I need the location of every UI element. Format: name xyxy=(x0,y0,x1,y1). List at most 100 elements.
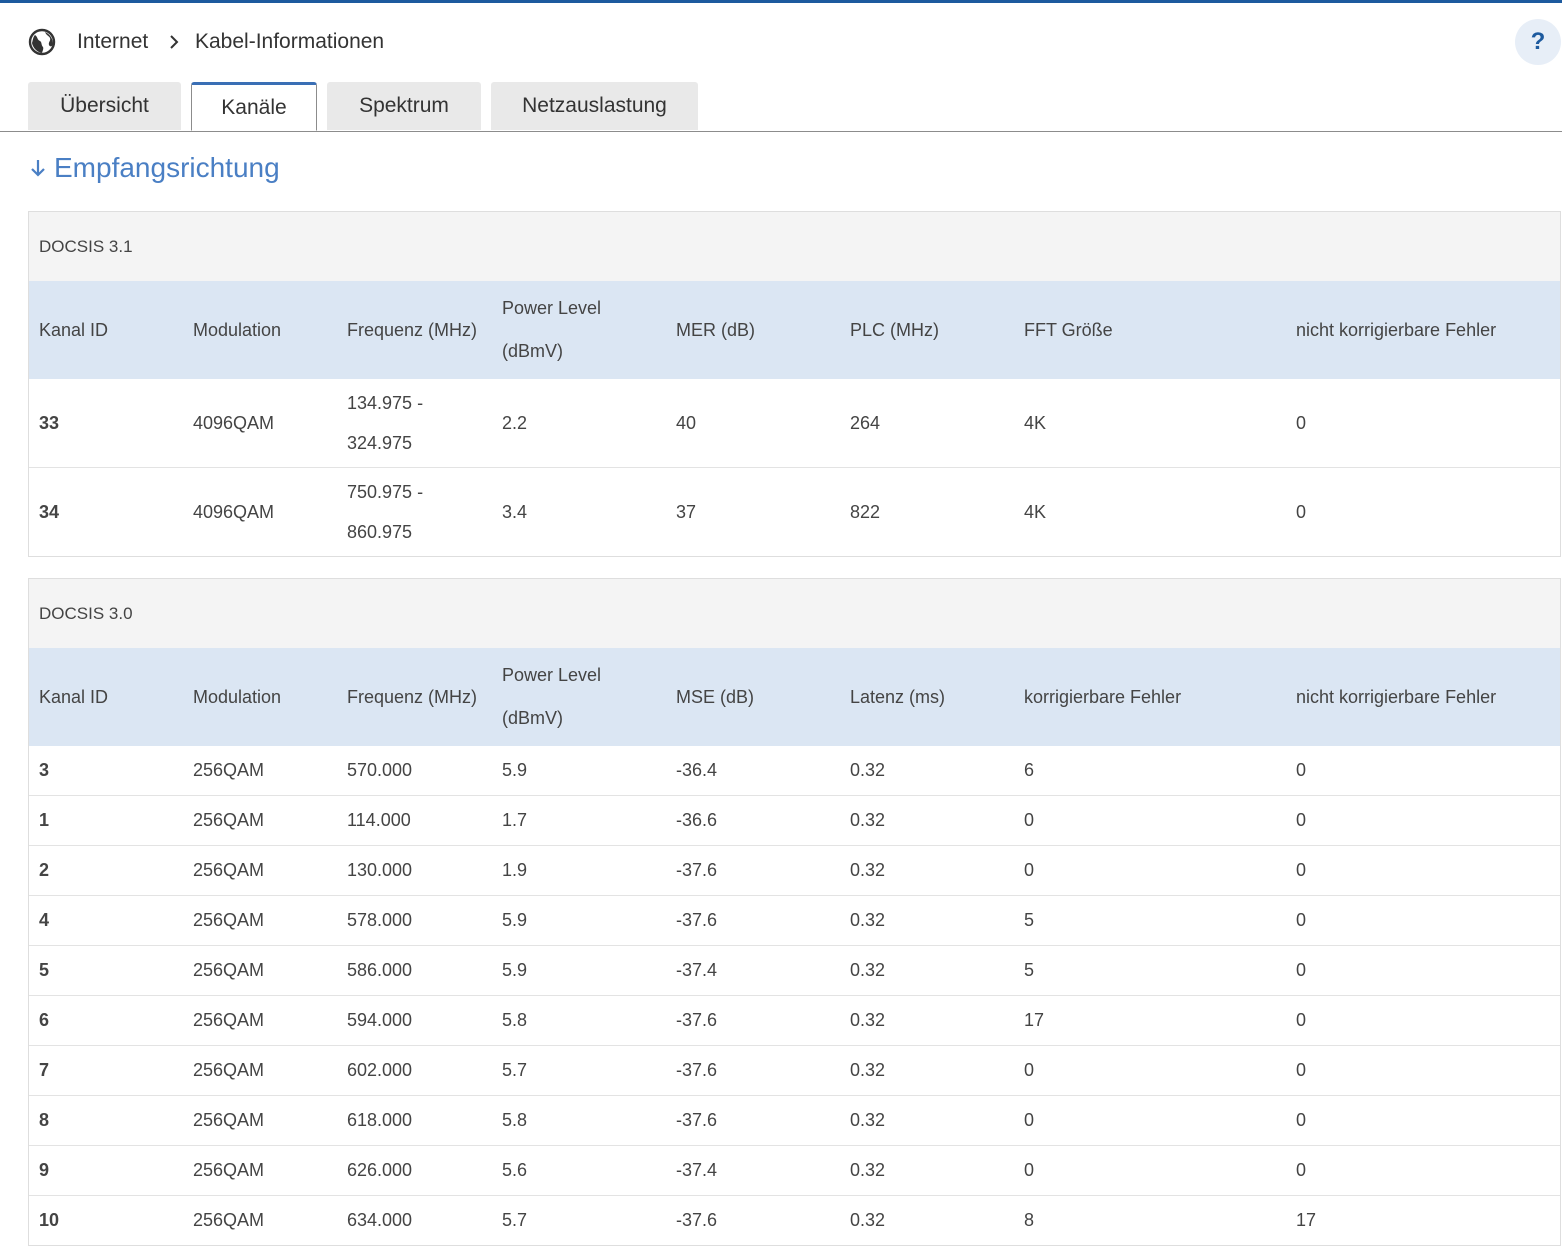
cell: 5 xyxy=(1014,895,1286,946)
cell: 264 xyxy=(850,413,881,433)
table-row: 4 256QAM 578.000 5.9 -37.6 0.32 5 0 xyxy=(29,895,1560,946)
cell: 37 xyxy=(666,467,840,556)
cell: 570.000 xyxy=(347,760,413,780)
breadcrumb-kabel-informationen: Kabel-Informationen xyxy=(195,30,385,53)
cell: 0 xyxy=(1286,795,1560,846)
cell: 0.32 xyxy=(840,795,1014,846)
tab-netzauslastung[interactable]: Netzauslastung xyxy=(491,82,698,130)
col-header: PLC (MHz) xyxy=(840,281,1014,379)
cell: 4096QAM xyxy=(193,413,275,433)
cell: 0 xyxy=(1286,895,1560,946)
cell: 256QAM xyxy=(183,995,337,1046)
cell: 634.000 xyxy=(337,1195,492,1245)
cell: 626.000 xyxy=(337,1145,492,1196)
table-row: 6 256QAM 594.000 5.8 -37.6 0.32 17 0 xyxy=(29,995,1560,1046)
tab-spektrum[interactable]: Spektrum xyxy=(327,82,481,130)
cell: 3 xyxy=(39,760,50,780)
cell: 4K xyxy=(1014,467,1286,556)
header: Internet Kabel-Informationen ? xyxy=(0,3,1562,81)
cell: 1.7 xyxy=(492,795,666,846)
cell: 40 xyxy=(676,413,697,433)
table-row: 8 256QAM 618.000 5.8 -37.6 0.32 0 0 xyxy=(29,1095,1560,1146)
tab-kanaele[interactable]: Kanäle xyxy=(191,82,317,131)
cell: 5.7 xyxy=(492,1045,666,1096)
table-header-row: Kanal ID Modulation Frequenz (MHz) Power… xyxy=(29,281,1560,379)
cell: -37.6 xyxy=(666,1095,840,1146)
col-header: Frequenz (MHz) xyxy=(337,281,492,379)
cell: 602.000 xyxy=(337,1045,492,1096)
col-header: MER (dB) xyxy=(666,281,840,379)
col-header: Latenz (ms) xyxy=(840,648,1014,746)
chevron-right-icon xyxy=(170,35,179,49)
cell: 0.32 xyxy=(840,845,1014,896)
table-row: 34 4096QAM 750.975 - 860.975 3.4 37 822 … xyxy=(29,467,1560,556)
cell: 0 xyxy=(1014,1095,1286,1146)
cell: 5.8 xyxy=(492,1095,666,1146)
table-row: 5 256QAM 586.000 5.9 -37.4 0.32 5 0 xyxy=(29,945,1560,996)
cell: 594.000 xyxy=(337,995,492,1046)
cell: 822 xyxy=(840,467,1014,556)
cell: 256QAM xyxy=(183,945,337,996)
cell: -37.6 xyxy=(666,845,840,896)
table-row: 9 256QAM 626.000 5.6 -37.4 0.32 0 0 xyxy=(29,1145,1560,1196)
help-icon: ? xyxy=(1530,28,1546,55)
cell: 0 xyxy=(1014,1145,1286,1196)
cell: 4096QAM xyxy=(183,467,337,556)
cell: 114.000 xyxy=(337,795,492,846)
col-header: Kanal ID xyxy=(29,281,183,379)
docsis30-table: Kanal ID Modulation Frequenz (MHz) Power… xyxy=(29,648,1560,1245)
cell: -36.4 xyxy=(676,760,718,780)
docsis30-title: DOCSIS 3.0 xyxy=(29,579,1560,648)
cell: 578.000 xyxy=(337,895,492,946)
table-row: 33 4096QAM 134.975 - 324.975 2.2 40 264 … xyxy=(29,379,1560,468)
cell: 0 xyxy=(1296,760,1307,780)
cell: 4 xyxy=(29,895,183,946)
cell: 2 xyxy=(29,845,183,896)
cell: 586.000 xyxy=(337,945,492,996)
cell: 17 xyxy=(1014,995,1286,1046)
cell: 0.32 xyxy=(840,1195,1014,1245)
cell: 0 xyxy=(1014,1045,1286,1096)
table-header-row: Kanal ID Modulation Frequenz (MHz) Power… xyxy=(29,648,1560,746)
col-header: Modulation xyxy=(183,281,337,379)
col-header: Modulation xyxy=(183,648,337,746)
arrow-down-icon xyxy=(31,160,45,177)
cell: 5 xyxy=(29,945,183,996)
docsis31-panel: DOCSIS 3.1 Kanal ID Modulation Frequenz … xyxy=(28,211,1561,557)
table-row: 10 256QAM 634.000 5.7 -37.6 0.32 8 17 xyxy=(29,1195,1560,1245)
cell: 256QAM xyxy=(183,1145,337,1196)
breadcrumb-internet[interactable]: Internet xyxy=(77,29,148,55)
cell: -37.4 xyxy=(666,945,840,996)
cell: 0.32 xyxy=(840,895,1014,946)
cell: 34 xyxy=(29,467,183,556)
cell: 0 xyxy=(1286,995,1560,1046)
tab-uebersicht[interactable]: Übersicht xyxy=(28,82,181,130)
cell: 130.000 xyxy=(337,845,492,896)
cell: 0 xyxy=(1286,845,1560,896)
cell: 134.975 - 324.975 xyxy=(347,393,424,453)
cell: 2.2 xyxy=(502,413,528,433)
cell: -37.6 xyxy=(666,995,840,1046)
cell: 6 xyxy=(29,995,183,1046)
table-row: 3 256QAM 570.000 5.9 -36.4 0.32 6 0 xyxy=(29,746,1560,796)
docsis31-title: DOCSIS 3.1 xyxy=(29,212,1560,281)
col-header: Power Level (dBmV) xyxy=(492,648,666,746)
cell: 0 xyxy=(1014,845,1286,896)
col-header: nicht korrigierbare Fehler xyxy=(1286,648,1560,746)
col-header: korrigierbare Fehler xyxy=(1014,648,1286,746)
cell: 8 xyxy=(29,1095,183,1146)
cell: -37.6 xyxy=(666,1045,840,1096)
cell: 256QAM xyxy=(183,1195,337,1245)
cell: 0.32 xyxy=(840,995,1014,1046)
section-title: Empfangsrichtung xyxy=(28,148,280,188)
cell: 0.32 xyxy=(840,1095,1014,1146)
help-button[interactable]: ? xyxy=(1515,19,1561,65)
col-header: Power Level (dBmV) xyxy=(492,281,666,379)
cell: 10 xyxy=(29,1195,183,1245)
cell: 256QAM xyxy=(183,895,337,946)
cell: 256QAM xyxy=(183,795,337,846)
table-row: 7 256QAM 602.000 5.7 -37.6 0.32 0 0 xyxy=(29,1045,1560,1096)
docsis30-panel: DOCSIS 3.0 Kanal ID Modulation Frequenz … xyxy=(28,578,1561,1246)
cell: 5 xyxy=(1014,945,1286,996)
cell: 618.000 xyxy=(337,1095,492,1146)
